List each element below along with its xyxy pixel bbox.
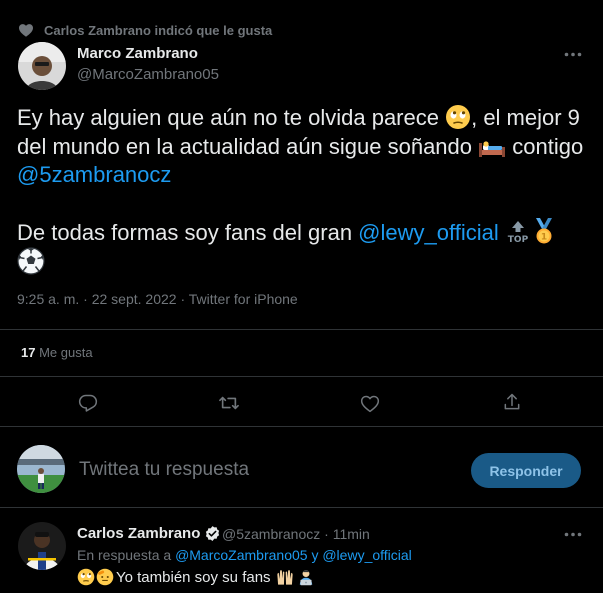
svg-text:TOP: TOP [508, 235, 529, 245]
divider [0, 507, 603, 508]
saluting-face-emoji [96, 568, 114, 586]
raising-hands-emoji [275, 568, 295, 586]
mention-lewy-official[interactable]: @lewy_official [322, 547, 411, 563]
author-handle[interactable]: @MarcoZambrano05 [77, 66, 219, 83]
soccer-ball-emoji [17, 247, 45, 275]
tweet-date[interactable]: 22 sept. 2022 [92, 291, 177, 307]
tweet-paragraph-2: De todas formas soy fans del gran @lewy_… [17, 217, 593, 278]
top-arrow-emoji: TOP [505, 219, 531, 245]
reply-button[interactable]: Responder [471, 453, 581, 488]
bed-emoji [478, 135, 506, 159]
retweet-icon[interactable] [217, 391, 241, 415]
divider [0, 329, 603, 330]
reply-author-name[interactable]: Carlos Zambrano [77, 525, 221, 542]
reply-time[interactable]: 11min [333, 526, 370, 542]
reply-more-options-icon[interactable] [562, 523, 584, 545]
more-options-icon[interactable] [562, 43, 584, 65]
divider [0, 426, 603, 427]
reply-input[interactable]: Twittea tu respuesta [79, 459, 249, 481]
tweet-source[interactable]: Twitter for iPhone [189, 291, 298, 307]
mention-marcozambrano05[interactable]: @MarcoZambrano05 [175, 547, 308, 563]
tweet-text: Ey hay alguien que aún no te olvida pare… [17, 104, 593, 278]
share-icon[interactable] [500, 390, 524, 414]
user-avatar[interactable] [17, 445, 65, 493]
reply-author-handle[interactable]: @5zambranocz [222, 526, 320, 542]
reply-text: Yo también soy su fans [77, 568, 316, 586]
reply-handle-time: @5zambranocz · 11min [222, 526, 370, 542]
author-avatar[interactable] [18, 42, 66, 90]
mention-lewy-official[interactable]: @lewy_official [358, 220, 499, 245]
like-icon[interactable] [358, 391, 382, 415]
eye-roll-emoji [77, 568, 95, 586]
verified-badge-icon [204, 525, 221, 542]
reply-icon[interactable] [76, 391, 100, 415]
heart-icon [18, 23, 34, 37]
tweet-paragraph-1: Ey hay alguien que aún no te olvida pare… [17, 104, 584, 187]
tweet-meta: 9:25 a. m. · 22 sept. 2022 · Twitter for… [17, 291, 298, 307]
reply-context: En respuesta a @MarcoZambrano05 y @lewy_… [77, 547, 412, 563]
mention-5zambranocz[interactable]: @5zambranocz [17, 162, 171, 187]
tweet-time[interactable]: 9:25 a. m. [17, 291, 79, 307]
social-context: Carlos Zambrano indicó que le gusta [18, 21, 272, 39]
divider [0, 376, 603, 377]
svg-text:1: 1 [541, 232, 547, 242]
likes-count[interactable]: 17 Me gusta [21, 345, 93, 360]
reply-author-avatar[interactable] [18, 522, 66, 570]
technologist-emoji [296, 568, 316, 586]
author-name[interactable]: Marco Zambrano [77, 45, 198, 62]
social-context-text[interactable]: Carlos Zambrano indicó que le gusta [44, 23, 272, 38]
eye-roll-emoji [445, 104, 471, 130]
medal-emoji: 1 [531, 217, 557, 245]
